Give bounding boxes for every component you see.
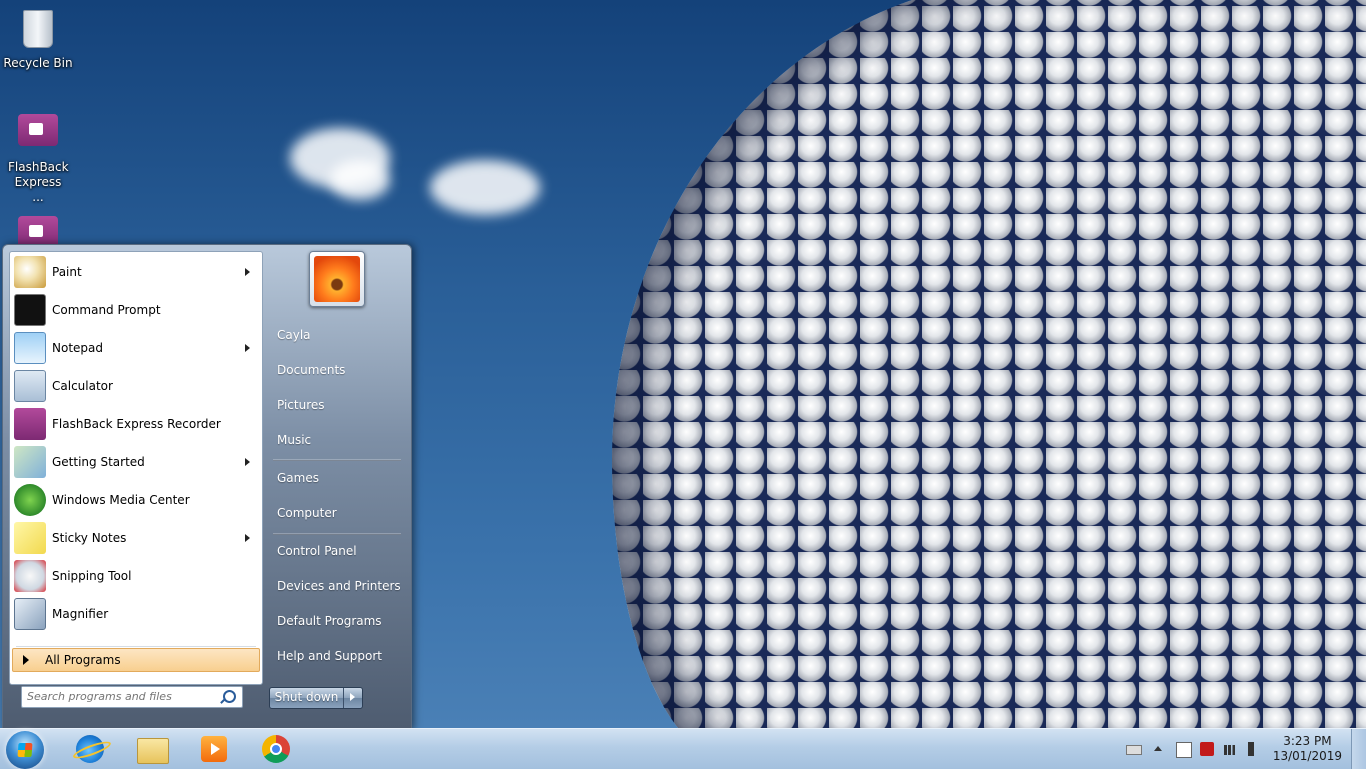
divider	[16, 646, 256, 647]
wallpaper-cloud	[330, 160, 390, 200]
start-item-label: Calculator	[52, 379, 113, 393]
search-input[interactable]	[22, 687, 217, 705]
getting-started-icon	[14, 446, 46, 478]
clock[interactable]: 3:23 PM 13/01/2019	[1273, 734, 1342, 764]
submenu-arrow-icon[interactable]	[245, 458, 250, 466]
action-center-icon[interactable]	[1176, 742, 1192, 758]
user-avatar[interactable]	[309, 251, 365, 307]
media-center-icon	[14, 484, 46, 516]
start-link-music[interactable]: Music	[269, 425, 413, 455]
start-item-magnifier[interactable]: Magnifier	[14, 596, 258, 632]
start-item-label: Windows Media Center	[52, 493, 190, 507]
shutdown-label[interactable]: Shut down	[270, 688, 344, 708]
submenu-arrow-icon[interactable]	[245, 534, 250, 542]
start-link-devices-printers[interactable]: Devices and Printers	[269, 571, 413, 601]
internet-explorer-icon	[76, 735, 104, 763]
start-link-computer[interactable]: Computer	[269, 498, 413, 528]
start-item-label: Paint	[52, 265, 82, 279]
start-menu: Paint Command Prompt Notepad Calculator …	[2, 244, 412, 730]
all-programs-label: All Programs	[45, 653, 121, 667]
flashback-icon	[16, 114, 60, 158]
shutdown-button[interactable]: Shut down	[269, 687, 363, 709]
search-box[interactable]	[21, 686, 243, 708]
desktop-icon-flashback[interactable]: FlashBack Express ...	[0, 110, 76, 205]
wallpaper-building	[612, 0, 1366, 728]
wallpaper-cloud	[430, 160, 540, 215]
desktop-icon-label: Recycle Bin	[3, 56, 73, 70]
desktop-icon-label: FlashBack Express ...	[8, 160, 69, 204]
show-hidden-icons-icon[interactable]	[1154, 746, 1162, 751]
start-link-default-programs[interactable]: Default Programs	[269, 606, 413, 636]
submenu-arrow-icon[interactable]	[245, 344, 250, 352]
shutdown-options-arrow-icon[interactable]	[344, 688, 362, 708]
notepad-icon	[14, 332, 46, 364]
divider	[273, 459, 401, 461]
divider	[273, 533, 401, 535]
start-item-label: Notepad	[52, 341, 103, 355]
paint-icon	[14, 256, 46, 288]
cmd-icon	[14, 294, 46, 326]
windows-logo-icon	[17, 743, 33, 757]
desktop-icon-recycle-bin[interactable]: Recycle Bin	[0, 6, 76, 70]
taskbar-media-player[interactable]	[196, 733, 232, 765]
start-item-command-prompt[interactable]: Command Prompt	[14, 292, 258, 328]
clock-date: 13/01/2019	[1272, 749, 1342, 763]
start-item-label: Getting Started	[52, 455, 145, 469]
windows-explorer-icon	[137, 738, 169, 764]
start-link-help-support[interactable]: Help and Support	[269, 641, 413, 671]
all-programs-button[interactable]: All Programs	[12, 648, 260, 672]
taskbar-windows-explorer[interactable]	[134, 733, 170, 765]
start-item-calculator[interactable]: Calculator	[14, 368, 258, 404]
start-item-flashback-recorder[interactable]: FlashBack Express Recorder	[14, 406, 258, 442]
security-alert-icon[interactable]	[1200, 742, 1214, 756]
start-item-notepad[interactable]: Notepad	[14, 330, 258, 366]
taskbar-chrome[interactable]	[258, 733, 294, 765]
volume-icon[interactable]	[1248, 742, 1254, 756]
start-item-sticky-notes[interactable]: Sticky Notes	[14, 520, 258, 556]
search-icon[interactable]	[223, 690, 236, 703]
show-desktop-button[interactable]	[1351, 729, 1366, 769]
keyboard-icon[interactable]	[1126, 745, 1142, 755]
media-player-icon	[201, 736, 227, 762]
start-item-paint[interactable]: Paint	[14, 254, 258, 290]
taskbar: 3:23 PM 13/01/2019	[0, 728, 1366, 769]
start-link-documents[interactable]: Documents	[269, 355, 413, 385]
network-icon[interactable]	[1224, 745, 1238, 755]
chrome-icon	[262, 735, 290, 763]
snipping-tool-icon	[14, 560, 46, 592]
calculator-icon	[14, 370, 46, 402]
clock-time: 3:23 PM	[1283, 734, 1332, 748]
start-item-label: Sticky Notes	[52, 531, 127, 545]
taskbar-internet-explorer[interactable]	[72, 733, 108, 765]
start-item-getting-started[interactable]: Getting Started	[14, 444, 258, 480]
submenu-arrow-icon[interactable]	[245, 268, 250, 276]
expand-arrow-icon	[23, 655, 29, 665]
start-button[interactable]	[6, 731, 44, 769]
flashback-icon	[14, 408, 46, 440]
start-item-label: Command Prompt	[52, 303, 161, 317]
flower-icon	[314, 256, 360, 302]
start-link-control-panel[interactable]: Control Panel	[269, 536, 413, 566]
start-link-pictures[interactable]: Pictures	[269, 390, 413, 420]
start-link-user[interactable]: Cayla	[269, 320, 413, 350]
start-link-games[interactable]: Games	[269, 463, 413, 493]
recycle-bin-icon	[16, 10, 60, 54]
start-item-media-center[interactable]: Windows Media Center	[14, 482, 258, 518]
start-menu-programs-pane: Paint Command Prompt Notepad Calculator …	[9, 251, 263, 685]
start-item-label: FlashBack Express Recorder	[52, 417, 221, 431]
magnifier-icon	[14, 598, 46, 630]
start-item-label: Snipping Tool	[52, 569, 132, 583]
start-item-label: Magnifier	[52, 607, 109, 621]
sticky-notes-icon	[14, 522, 46, 554]
start-item-snipping-tool[interactable]: Snipping Tool	[14, 558, 258, 594]
